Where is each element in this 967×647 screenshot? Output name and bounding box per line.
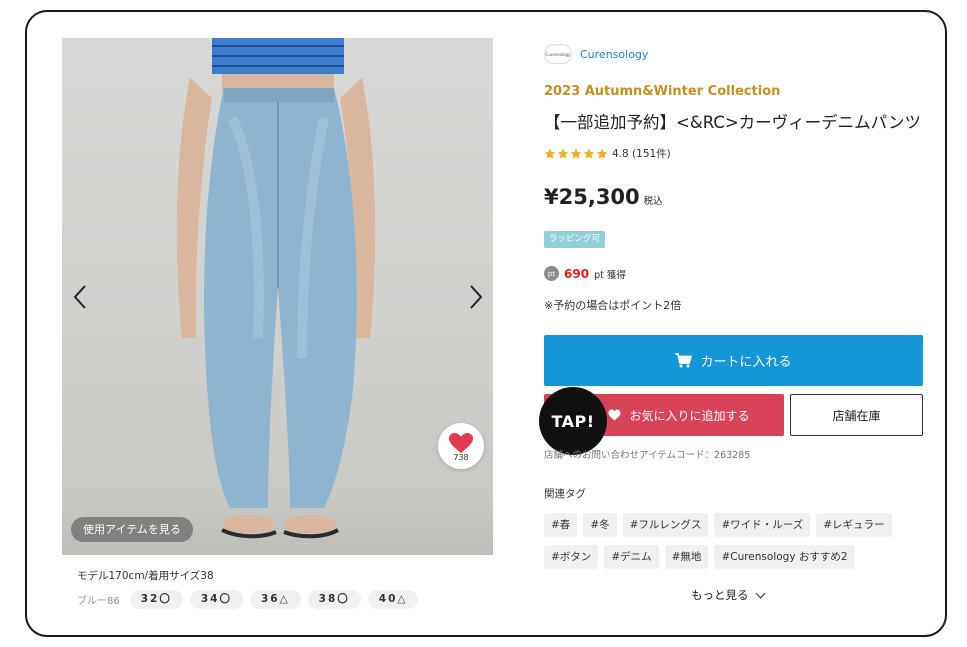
store-stock-button[interactable]: 店舗在庫 bbox=[790, 394, 923, 436]
chevron-down-icon bbox=[755, 592, 765, 599]
tag-link[interactable]: #春 bbox=[544, 513, 578, 537]
points-row: pt 690 pt 獲得 bbox=[544, 266, 626, 281]
chevron-left-icon bbox=[73, 285, 86, 309]
heart-icon bbox=[449, 433, 473, 453]
size-chip[interactable]: 40△ bbox=[367, 590, 419, 609]
next-image-button[interactable] bbox=[462, 280, 490, 314]
size-chip[interactable]: 34〇 bbox=[189, 590, 243, 609]
add-to-favorites-label: お気に入りに追加する bbox=[629, 408, 750, 423]
color-label: ブルー86 bbox=[77, 596, 120, 607]
collection-label: 2023 Autumn&Winter Collection bbox=[544, 84, 781, 99]
points-value: 690 bbox=[564, 266, 590, 281]
show-more-label: もっと見る bbox=[691, 588, 749, 602]
show-more-button[interactable]: もっと見る bbox=[691, 587, 766, 603]
star-icon bbox=[544, 148, 556, 159]
brand-logo: Curensology bbox=[544, 44, 572, 64]
add-to-cart-label: カートに入れる bbox=[700, 355, 792, 370]
tag-link[interactable]: #ボタン bbox=[544, 545, 599, 569]
rating-stars bbox=[544, 148, 608, 160]
size-chip[interactable]: 32〇 bbox=[129, 590, 183, 609]
star-icon bbox=[596, 148, 608, 159]
product-title: 【一部追加予約】<&RC>カーヴィーデニムパンツ bbox=[544, 113, 922, 132]
tag-link[interactable]: #フルレングス bbox=[622, 513, 709, 537]
rating-text: 4.8 (151件) bbox=[612, 148, 671, 160]
size-chip[interactable]: 38〇 bbox=[307, 590, 361, 609]
product-image[interactable] bbox=[62, 38, 493, 555]
brand-link[interactable]: Curensology bbox=[580, 48, 648, 61]
tap-indicator: TAP! bbox=[539, 387, 607, 455]
favorite-count: 738 bbox=[453, 453, 469, 462]
heart-icon bbox=[608, 409, 621, 421]
points-icon: pt bbox=[544, 266, 559, 281]
tag-link[interactable]: #デニム bbox=[604, 545, 659, 569]
tag-link[interactable]: #レギュラー bbox=[816, 513, 892, 537]
model-info: モデル170cm/着用サイズ38 bbox=[77, 570, 214, 582]
price-value: ¥25,300 bbox=[544, 185, 640, 209]
wrapping-badge: ラッピング可 bbox=[544, 231, 606, 248]
related-tags-heading: 関連タグ bbox=[544, 488, 586, 500]
add-to-cart-button[interactable]: カートに入れる bbox=[544, 335, 923, 386]
image-favorite-button[interactable]: 738 bbox=[438, 423, 484, 469]
size-chip[interactable]: 36△ bbox=[249, 590, 301, 609]
cart-icon bbox=[675, 353, 693, 368]
star-icon bbox=[583, 148, 595, 159]
rating[interactable]: 4.8 (151件) bbox=[544, 146, 671, 161]
tax-label: 税込 bbox=[643, 196, 663, 207]
reserve-note: ※予約の場合はポイント2倍 bbox=[544, 299, 682, 312]
item-code: 店舗へのお問い合わせアイテムコード：263285 bbox=[544, 450, 751, 461]
chevron-right-icon bbox=[470, 285, 483, 309]
tag-link[interactable]: #冬 bbox=[583, 513, 617, 537]
related-tags: #春 #冬 #フルレングス #ワイド・ルーズ #レギュラー #ボタン #デニム … bbox=[544, 513, 924, 569]
brand-row[interactable]: Curensology Curensology bbox=[544, 44, 648, 64]
points-label: pt 獲得 bbox=[594, 269, 626, 281]
size-list: ブルー86 32〇 34〇 36△ 38〇 40△ bbox=[77, 590, 419, 609]
tag-link[interactable]: #Curensology おすすめ2 bbox=[714, 545, 855, 569]
used-items-button[interactable]: 使用アイテムを見る bbox=[71, 517, 193, 542]
price: ¥25,300 税込 bbox=[544, 185, 663, 209]
star-icon bbox=[570, 148, 582, 159]
tag-link[interactable]: #ワイド・ルーズ bbox=[714, 513, 811, 537]
tag-link[interactable]: #無地 bbox=[664, 545, 709, 569]
model-illustration bbox=[176, 38, 376, 539]
star-icon bbox=[557, 148, 569, 159]
prev-image-button[interactable] bbox=[66, 280, 94, 314]
